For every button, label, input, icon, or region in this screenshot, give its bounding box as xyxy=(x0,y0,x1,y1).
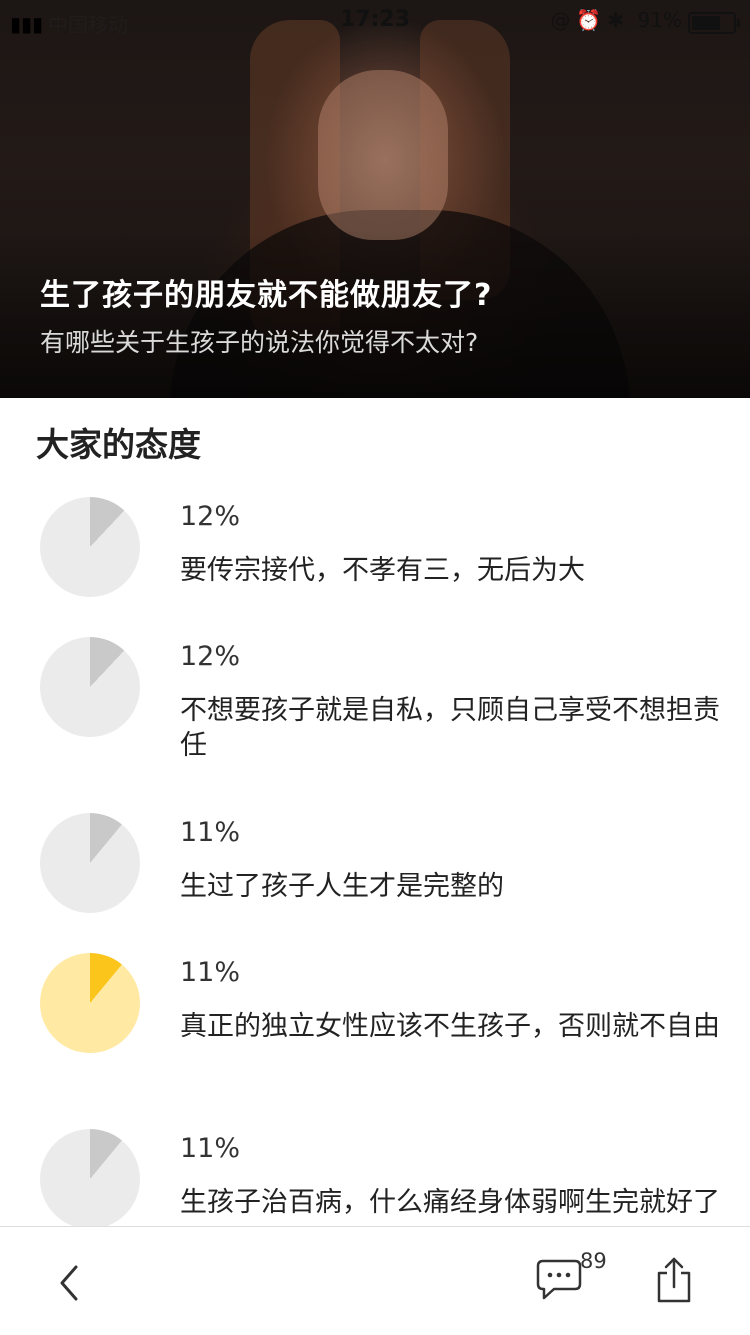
battery-icon xyxy=(688,12,740,34)
comment-button[interactable] xyxy=(534,1257,584,1303)
poll-label: 要传宗接代，不孝有三，无后为大 xyxy=(180,555,585,586)
hero-gradient-overlay xyxy=(0,230,750,398)
bottom-toolbar: 89 xyxy=(0,1226,750,1335)
pie-chart-icon xyxy=(40,953,140,1053)
poll-label: 生过了孩子人生才是完整的 xyxy=(180,871,504,902)
hero-title: 生了孩子的朋友就不能做朋友了? xyxy=(40,278,493,313)
poll-option[interactable]: 12% 要传宗接代，不孝有三，无后为大 xyxy=(0,497,750,637)
hero-photo-face xyxy=(318,70,448,240)
back-icon xyxy=(60,1265,78,1301)
share-icon xyxy=(657,1257,691,1303)
pie-chart-icon xyxy=(40,813,140,913)
poll-option-selected[interactable]: 11% 真正的独立女性应该不生孩子，否则就不自由 xyxy=(0,953,750,1129)
poll-percent: 11% xyxy=(180,1133,241,1164)
poll-label: 生孩子治百病，什么痛经身体弱啊生完就好了 xyxy=(180,1187,720,1218)
poll-label: 真正的独立女性应该不生孩子，否则就不自由 xyxy=(180,1011,720,1042)
poll-percent: 11% xyxy=(180,957,241,988)
share-button[interactable] xyxy=(652,1255,696,1305)
hero-subtitle: 有哪些关于生孩子的说法你觉得不太对? xyxy=(40,328,479,357)
back-button[interactable] xyxy=(50,1261,90,1305)
pie-chart-icon xyxy=(40,1129,140,1229)
poll-option[interactable]: 12% 不想要孩子就是自私，只顾自己享受不想担责任 xyxy=(0,637,750,813)
poll-list: 12% 要传宗接代，不孝有三，无后为大 12% 不想要孩子就是自私，只顾自己享受… xyxy=(0,497,750,1305)
poll-percent: 11% xyxy=(180,817,241,848)
section-title: 大家的态度 xyxy=(36,425,201,464)
poll-label: 不想要孩子就是自私，只顾自己享受不想担责任 xyxy=(180,695,720,761)
status-bar: ▮▮▮ 中国移动 17:23 @⏰✱ 91% xyxy=(0,0,750,40)
poll-percent: 12% xyxy=(180,501,241,532)
comment-count-badge: 89 xyxy=(580,1249,607,1273)
pie-chart-icon xyxy=(40,497,140,597)
comment-icon xyxy=(536,1259,582,1300)
poll-percent: 12% xyxy=(180,641,241,672)
pie-chart-icon xyxy=(40,637,140,737)
status-icons: @⏰✱ xyxy=(550,8,630,32)
poll-option[interactable]: 11% 生过了孩子人生才是完整的 xyxy=(0,813,750,953)
hero-banner: ▮▮▮ 中国移动 17:23 @⏰✱ 91% 生了孩子的朋友就不能做朋友了? 有… xyxy=(0,0,750,398)
battery-percent: 91% xyxy=(637,8,682,32)
